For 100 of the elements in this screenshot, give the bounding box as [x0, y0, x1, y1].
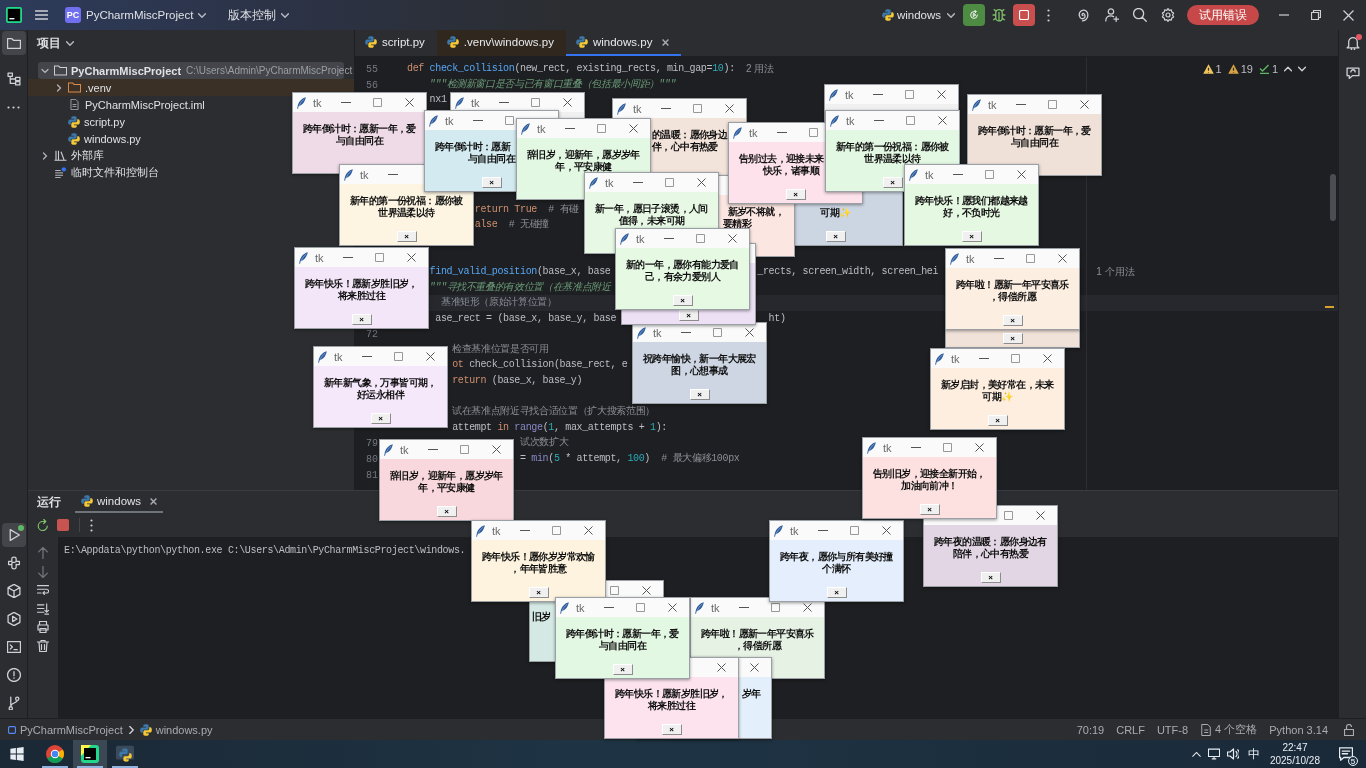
- maximize-icon[interactable]: [610, 586, 619, 595]
- maximize-icon[interactable]: [460, 445, 469, 454]
- chevron-down-icon[interactable]: [1298, 66, 1306, 72]
- close-icon[interactable]: [1058, 254, 1067, 263]
- dismiss-button[interactable]: ×: [825, 231, 846, 242]
- tree-item[interactable]: windows.py: [38, 130, 145, 147]
- dismiss-button[interactable]: ×: [661, 724, 682, 735]
- close-icon[interactable]: [426, 352, 435, 361]
- close-icon[interactable]: [407, 253, 416, 262]
- file-encoding[interactable]: UTF-8: [1156, 723, 1189, 736]
- maximize-icon[interactable]: [552, 526, 561, 535]
- menu-icon[interactable]: [35, 10, 48, 20]
- trial-button[interactable]: 试用错误: [1187, 5, 1259, 25]
- interpreter-setting[interactable]: Python 3.14: [1269, 723, 1328, 736]
- soft-wrap-icon[interactable]: [37, 584, 49, 596]
- trash-icon[interactable]: [37, 639, 49, 652]
- tree-item[interactable]: .venv: [28, 79, 354, 96]
- close-icon[interactable]: [405, 98, 414, 107]
- close-icon[interactable]: [492, 445, 501, 454]
- maximize-icon[interactable]: [850, 526, 859, 535]
- editor-tab[interactable]: script.py: [355, 30, 437, 56]
- close-icon[interactable]: [584, 526, 593, 535]
- dismiss-button[interactable]: ×: [396, 231, 417, 242]
- run-config-menu[interactable]: windows: [881, 4, 955, 26]
- close-icon[interactable]: [803, 603, 812, 612]
- close-icon[interactable]: [975, 443, 984, 452]
- inspection-button[interactable]: 19: [1227, 63, 1253, 75]
- maximize-icon[interactable]: [1011, 354, 1020, 363]
- editor-tab[interactable]: .venv\windows.py: [436, 30, 566, 56]
- chevron-up-icon[interactable]: [1284, 66, 1292, 72]
- chevron-down-icon[interactable]: [41, 66, 49, 75]
- tool-window-button[interactable]: [1, 523, 26, 547]
- close-icon[interactable]: [642, 586, 651, 595]
- dismiss-button[interactable]: ×: [612, 664, 633, 675]
- maximize-icon[interactable]: [943, 443, 952, 452]
- volume-icon[interactable]: [1226, 748, 1239, 760]
- project-menu[interactable]: PC PyCharmMiscProject: [65, 4, 207, 26]
- tree-item[interactable]: PyCharmMiscProject.iml: [38, 96, 209, 113]
- tree-item[interactable]: 外部库: [38, 147, 108, 164]
- close-icon[interactable]: [745, 328, 754, 337]
- close-icon[interactable]: [750, 663, 759, 672]
- close-icon[interactable]: [563, 98, 572, 107]
- dismiss-button[interactable]: ×: [987, 415, 1008, 426]
- tree-item[interactable]: 临时文件和控制台: [38, 164, 163, 181]
- dismiss-button[interactable]: ×: [351, 314, 372, 325]
- maximize-icon[interactable]: [1026, 254, 1035, 263]
- clock[interactable]: 22:47 2025/10/28: [1269, 741, 1320, 767]
- more-icon[interactable]: [1047, 8, 1050, 22]
- vcs-menu[interactable]: 版本控制: [228, 4, 290, 26]
- maximize-icon[interactable]: [531, 98, 540, 107]
- network-icon[interactable]: [1207, 748, 1220, 760]
- arrow-down-icon[interactable]: [37, 565, 49, 578]
- dismiss-button[interactable]: ×: [436, 506, 457, 517]
- dismiss-button[interactable]: ×: [1002, 333, 1023, 344]
- close-icon[interactable]: [1080, 100, 1089, 109]
- breadcrumb[interactable]: windows.py: [139, 723, 213, 736]
- windows-logo-icon[interactable]: [10, 747, 24, 761]
- input-method-indicator[interactable]: 中: [1247, 745, 1260, 763]
- scrollbar-thumb[interactable]: [1330, 174, 1336, 221]
- maximize-icon[interactable]: [597, 124, 606, 133]
- inspection-button[interactable]: 1: [1202, 63, 1222, 75]
- close-icon[interactable]: [629, 124, 638, 133]
- tree-item[interactable]: script.py: [38, 113, 129, 130]
- dismiss-button[interactable]: ×: [689, 389, 710, 400]
- close-icon[interactable]: [717, 663, 726, 672]
- rerun-icon[interactable]: [37, 519, 49, 531]
- line-separator[interactable]: CRLF: [1116, 723, 1145, 736]
- maximize-icon[interactable]: [636, 603, 645, 612]
- maximize-icon[interactable]: [696, 234, 705, 243]
- dismiss-button[interactable]: ×: [785, 189, 806, 200]
- usage-hint[interactable]: 2 用法: [746, 61, 775, 77]
- rerun-button[interactable]: [963, 4, 985, 26]
- dismiss-button[interactable]: ×: [672, 295, 693, 306]
- settings-icon[interactable]: [1161, 8, 1175, 22]
- restore-icon[interactable]: [1311, 10, 1321, 20]
- inspection-button[interactable]: 1: [1258, 63, 1278, 75]
- cursor-position[interactable]: 70:19: [1076, 723, 1105, 736]
- close-icon[interactable]: [1017, 170, 1026, 179]
- close-icon[interactable]: [1036, 511, 1045, 520]
- dismiss-button[interactable]: ×: [678, 310, 699, 321]
- maximize-icon[interactable]: [693, 104, 702, 113]
- maximize-icon[interactable]: [905, 90, 914, 99]
- indent-setting[interactable]: 4 个空格: [1200, 722, 1258, 737]
- dismiss-button[interactable]: ×: [919, 504, 940, 515]
- taskbar-button[interactable]: [73, 740, 107, 768]
- close-icon[interactable]: [662, 38, 670, 46]
- chevron-right-icon[interactable]: [55, 83, 63, 92]
- action-center-button[interactable]: 5: [1334, 742, 1358, 766]
- dismiss-button[interactable]: ×: [882, 177, 903, 188]
- close-icon[interactable]: [937, 90, 946, 99]
- stop-button[interactable]: [1013, 4, 1035, 26]
- bug-icon[interactable]: [992, 8, 1006, 22]
- maximize-icon[interactable]: [375, 253, 384, 262]
- print-icon[interactable]: [37, 621, 49, 633]
- maximize-icon[interactable]: [809, 128, 818, 137]
- close-icon[interactable]: [697, 178, 706, 187]
- maximize-icon[interactable]: [373, 98, 382, 107]
- tool-window-button[interactable]: [1, 31, 26, 55]
- close-icon[interactable]: [882, 526, 891, 535]
- breadcrumb[interactable]: PyCharmMiscProject: [8, 723, 123, 736]
